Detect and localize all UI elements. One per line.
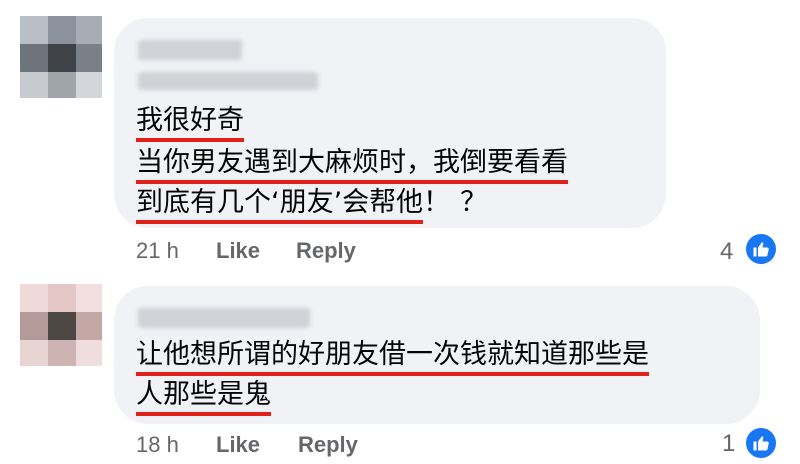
underlined-text: 到底有几个‘朋友’会帮他 [136,187,424,224]
like-button[interactable]: Like [216,238,260,264]
comment-text-line: 让他想所谓的好朋友借一次钱就知道那些是 [136,338,649,376]
underlined-text: 我很好奇 [136,105,244,142]
comment-tail-text: ！？ [423,187,498,218]
redacted-name [138,40,242,60]
underlined-text: 人那些是鬼 [136,379,271,416]
reaction-count[interactable]: 1 [722,430,735,458]
avatar[interactable] [20,284,102,366]
thumbs-up-icon[interactable] [744,232,778,266]
comment-timestamp[interactable]: 21 h [136,238,179,264]
underlined-text: 当你男友遇到大麻烦时，我倒要看看 [136,147,568,184]
like-button[interactable]: Like [216,432,260,458]
comment-text-line: 人那些是鬼 [136,378,271,416]
redacted-name [138,308,310,328]
reaction-count[interactable]: 4 [720,238,733,266]
avatar[interactable] [20,16,102,98]
redacted-name [138,72,318,90]
comment-timestamp[interactable]: 18 h [136,432,179,458]
comment-text-line: 我很好奇 [136,104,244,142]
reply-button[interactable]: Reply [296,238,356,264]
comment-text-line: 到底有几个‘朋友’会帮他！？ [136,186,498,224]
underlined-text: 让他想所谓的好朋友借一次钱就知道那些是 [136,339,649,376]
comment-text-line: 当你男友遇到大麻烦时，我倒要看看 [136,146,568,184]
thumbs-up-icon[interactable] [744,426,778,460]
reply-button[interactable]: Reply [298,432,358,458]
